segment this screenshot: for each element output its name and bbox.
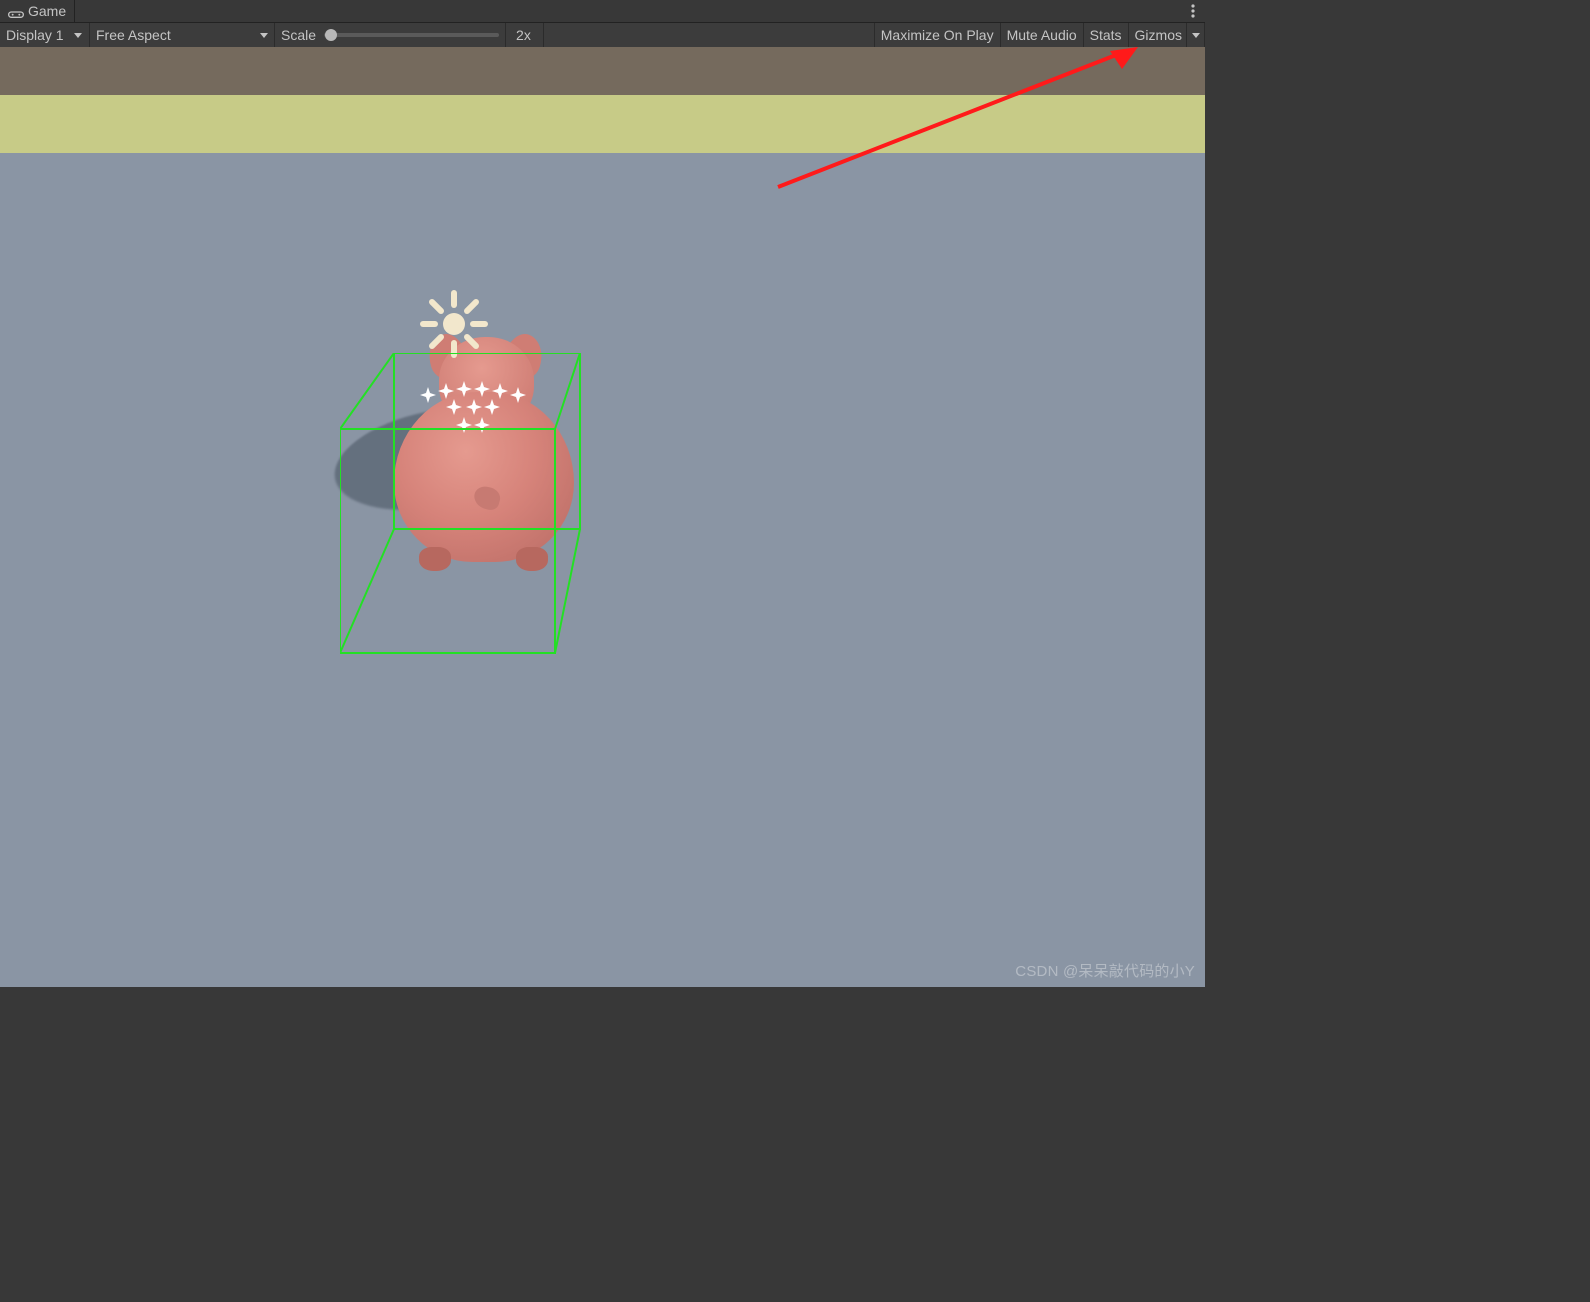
- caret-down-icon: [74, 33, 82, 38]
- tab-spacer: [75, 0, 1181, 22]
- box-collider-gizmo: [340, 353, 630, 673]
- scale-control: Scale: [275, 23, 506, 47]
- tab-title: Game: [28, 3, 66, 19]
- scale-slider[interactable]: [324, 33, 499, 37]
- gizmos-button[interactable]: Gizmos: [1129, 23, 1187, 47]
- caret-down-icon: [1192, 33, 1200, 38]
- window-menu-icon[interactable]: [1181, 0, 1205, 22]
- tab-bar: Game: [0, 0, 1205, 23]
- scale-label: Scale: [281, 27, 316, 43]
- display-dropdown[interactable]: Display 1: [0, 23, 90, 47]
- mute-audio-button[interactable]: Mute Audio: [1001, 23, 1084, 47]
- maximize-on-play-button[interactable]: Maximize On Play: [875, 23, 1001, 47]
- gizmos-dropdown-caret[interactable]: [1187, 23, 1205, 47]
- toolbar-spacer: [544, 23, 875, 47]
- game-toolbar: Display 1 Free Aspect Scale 2x Maximize …: [0, 23, 1205, 47]
- stats-button[interactable]: Stats: [1084, 23, 1129, 47]
- caret-down-icon: [260, 33, 268, 38]
- gamepad-icon: [8, 6, 24, 16]
- directional-light-gizmo-icon: [417, 287, 491, 361]
- aspect-dropdown[interactable]: Free Aspect: [90, 23, 275, 47]
- sky-band-horizon: [0, 95, 1205, 153]
- display-label: Display 1: [6, 27, 64, 43]
- watermark-text: CSDN @呆呆敲代码的小Y: [1015, 960, 1195, 981]
- tab-game[interactable]: Game: [0, 0, 75, 22]
- scale-value: 2x: [506, 23, 544, 47]
- scale-slider-thumb[interactable]: [325, 29, 337, 41]
- game-viewport: CSDN @呆呆敲代码的小Y: [0, 47, 1205, 987]
- sky-band-top: [0, 47, 1205, 95]
- aspect-label: Free Aspect: [96, 27, 171, 43]
